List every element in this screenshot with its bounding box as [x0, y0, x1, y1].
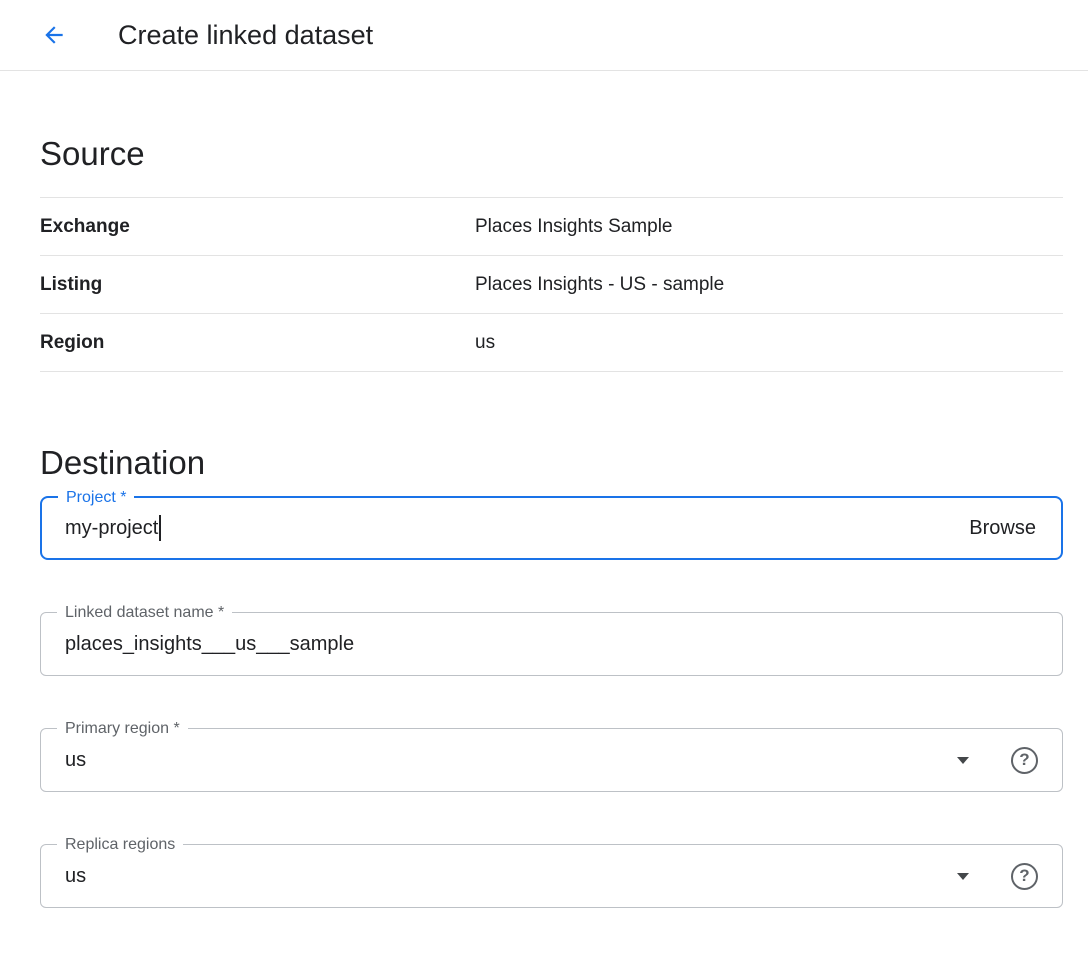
back-button[interactable] [34, 15, 74, 55]
page-title: Create linked dataset [118, 20, 373, 51]
replica-regions-label: Replica regions [57, 835, 183, 854]
create-linked-dataset-page: Create linked dataset Source Exchange Pl… [0, 0, 1088, 976]
exchange-value: Places Insights Sample [475, 216, 673, 238]
linked-dataset-name-label: Linked dataset name * [57, 603, 232, 622]
help-icon[interactable]: ? [1011, 747, 1038, 774]
source-heading: Source [40, 135, 1063, 173]
listing-value: Places Insights - US - sample [475, 274, 724, 296]
region-label: Region [40, 332, 475, 354]
main-content: Source Exchange Places Insights Sample L… [0, 135, 1088, 908]
destination-heading: Destination [40, 444, 1063, 482]
table-row-listing: Listing Places Insights - US - sample [40, 256, 1063, 314]
linked-dataset-name-field-wrap: Linked dataset name * places_insights___… [40, 612, 1063, 676]
primary-region-field-wrap: Primary region * us ? [40, 728, 1063, 792]
replica-regions-field-wrap: Replica regions us ? [40, 844, 1063, 908]
table-row-region: Region us [40, 314, 1063, 372]
linked-dataset-name-input[interactable]: places_insights___us___sample [65, 633, 354, 656]
project-field-wrap: Project * my-project Browse [40, 496, 1063, 560]
project-field[interactable]: Project * my-project Browse [40, 496, 1063, 560]
primary-region-label: Primary region * [57, 719, 188, 738]
table-row-exchange: Exchange Places Insights Sample [40, 198, 1063, 256]
chevron-down-icon[interactable] [957, 757, 969, 764]
primary-region-value: us [65, 749, 86, 772]
arrow-back-icon [41, 22, 67, 48]
linked-dataset-name-field[interactable]: Linked dataset name * places_insights___… [40, 612, 1063, 676]
source-table: Exchange Places Insights Sample Listing … [40, 197, 1063, 372]
replica-regions-value: us [65, 865, 86, 888]
page-header: Create linked dataset [0, 0, 1088, 71]
text-cursor [159, 515, 161, 541]
browse-button[interactable]: Browse [967, 513, 1038, 544]
listing-label: Listing [40, 274, 475, 296]
project-input[interactable]: my-project [65, 517, 158, 540]
region-value: us [475, 332, 495, 354]
help-icon[interactable]: ? [1011, 863, 1038, 890]
replica-regions-select[interactable]: Replica regions us ? [40, 844, 1063, 908]
primary-region-select[interactable]: Primary region * us ? [40, 728, 1063, 792]
chevron-down-icon[interactable] [957, 873, 969, 880]
project-field-label: Project * [58, 488, 134, 507]
exchange-label: Exchange [40, 216, 475, 238]
